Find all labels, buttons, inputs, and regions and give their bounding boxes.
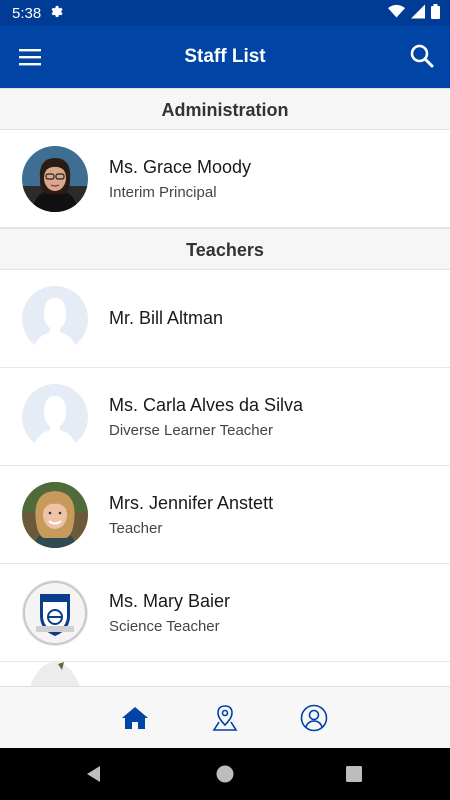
page-title: Staff List [184, 46, 266, 67]
avatar [22, 145, 88, 212]
back-button[interactable] [84, 764, 104, 784]
section-header-teachers: Teachers [0, 228, 450, 270]
nav-map-button[interactable] [210, 703, 240, 733]
status-left: 5:38 [12, 4, 64, 23]
avatar [22, 481, 88, 548]
staff-title: Interim Principal [109, 183, 217, 201]
status-right [388, 3, 440, 23]
nav-home-button[interactable] [120, 703, 150, 733]
section-header-administration: Administration [0, 88, 450, 130]
status-bar: 5:38 [0, 0, 450, 26]
signal-icon [411, 4, 425, 23]
staff-text: Mrs. Jennifer Anstett Teacher [109, 493, 273, 537]
system-navigation-bar [0, 748, 450, 800]
staff-text: Ms. Carla Alves da Silva Diverse Learner… [109, 395, 303, 439]
wifi-icon [388, 4, 405, 23]
status-time: 5:38 [12, 4, 42, 22]
staff-row[interactable]: Ms. Mary Baier Science Teacher [0, 564, 450, 662]
menu-button[interactable] [16, 43, 44, 71]
app-bar: Staff List [0, 26, 450, 88]
home-system-button[interactable] [215, 764, 235, 784]
home-icon [122, 707, 148, 729]
gear-icon [49, 4, 64, 23]
staff-title: Science Teacher [109, 617, 220, 635]
staff-row[interactable]: Ms. Carla Alves da Silva Diverse Learner… [0, 368, 450, 466]
staff-text: Ms. Grace Moody Interim Principal [109, 157, 251, 201]
staff-name: Mr. Bill Altman [109, 308, 224, 328]
avatar-placeholder-icon [22, 285, 88, 352]
staff-name: Mrs. Jennifer Anstett [109, 492, 274, 513]
bottom-navigation [0, 686, 450, 748]
battery-icon [431, 3, 440, 23]
menu-icon [19, 49, 41, 66]
staff-title: Diverse Learner Teacher [109, 421, 273, 439]
home-circle-icon [216, 765, 234, 783]
staff-row[interactable]: Mr. Bill Altman [0, 270, 450, 368]
avatar [22, 662, 88, 686]
recents-icon [346, 766, 362, 782]
nav-profile-button[interactable] [299, 703, 329, 733]
profile-icon [300, 704, 328, 732]
search-button[interactable] [408, 42, 436, 70]
staff-text: Mr. Bill Altman [109, 308, 223, 329]
back-icon [87, 766, 100, 782]
avatar-placeholder-icon [22, 383, 88, 450]
search-icon [410, 44, 434, 68]
school-logo-icon [22, 579, 88, 646]
staff-name: Ms. Carla Alves da Silva [109, 394, 304, 415]
staff-name: Ms. Grace Moody [109, 156, 252, 177]
staff-text: Ms. Mary Baier Science Teacher [109, 591, 230, 635]
staff-row[interactable]: Ms. Grace Moody Interim Principal [0, 130, 450, 228]
staff-list[interactable]: Administration Ms. Grace Moody Interim P… [0, 88, 450, 686]
staff-row[interactable] [0, 662, 450, 686]
staff-name: Ms. Mary Baier [109, 590, 231, 611]
recents-button[interactable] [344, 764, 364, 784]
staff-row[interactable]: Mrs. Jennifer Anstett Teacher [0, 466, 450, 564]
map-pin-icon [212, 705, 238, 731]
staff-title: Teacher [109, 519, 163, 537]
